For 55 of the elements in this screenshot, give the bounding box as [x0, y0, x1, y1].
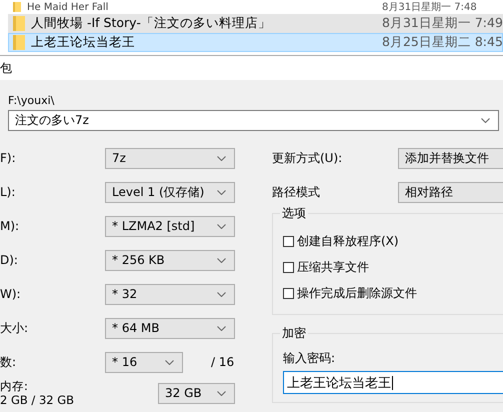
caret-icon	[217, 156, 226, 160]
field-label: 输入密码:	[283, 350, 336, 367]
file-date: 8月31日星期一 7:48	[382, 0, 478, 14]
checkbox[interactable]	[283, 236, 294, 246]
checkbox-label: 操作完成后删除源文件	[297, 284, 417, 302]
field-label: 数:	[0, 354, 18, 370]
caret-icon	[165, 360, 174, 364]
dropdown[interactable]: 相对路径	[398, 182, 503, 202]
checkbox[interactable]	[283, 288, 294, 298]
field-label: F):	[0, 151, 17, 165]
field-label: D):	[0, 253, 19, 267]
file-row[interactable]: He Maid Her Fall 8月31日星期一 7:48	[8, 0, 503, 14]
dropdown[interactable]: * 256 KB	[105, 250, 235, 270]
caret-icon	[481, 118, 490, 123]
caret-icon	[217, 224, 226, 228]
group-title: 选项	[280, 205, 308, 222]
field-label: 内存:	[0, 379, 29, 393]
caret-icon	[217, 190, 226, 194]
dropdown[interactable]: 添加并替换文件	[398, 148, 503, 168]
dropdown[interactable]: * 32	[105, 284, 235, 304]
field-label: L):	[0, 185, 16, 199]
thread-max: / 16	[211, 355, 234, 369]
checkbox-label: 压缩共享文件	[297, 258, 369, 276]
caret-icon	[217, 258, 226, 262]
field-label: 更新方式(U):	[272, 150, 344, 166]
folder-icon	[13, 16, 25, 31]
password-field[interactable]: 上老王论坛当老王	[283, 371, 503, 394]
checkbox[interactable]	[283, 262, 294, 272]
file-name: 上老王论坛当老王	[31, 34, 136, 51]
dropdown[interactable]: * 64 MB	[105, 318, 235, 338]
file-row[interactable]: 人間牧場 -If Story-「注文の多い料理店」 8月31日星期一 7:49	[8, 14, 503, 33]
field-label: 大小:	[0, 320, 30, 336]
dialog-title: 包	[0, 60, 12, 76]
caret-icon	[217, 292, 226, 296]
dropdown[interactable]: * LZMA2 [std]	[105, 216, 235, 236]
field-label: M):	[0, 219, 20, 233]
file-date: 8月31日星期一 7:49	[382, 15, 502, 32]
field-label: W):	[0, 287, 22, 301]
field-label: 2 GB / 32 GB	[0, 393, 76, 407]
dropdown[interactable]: 注文の多い7z	[8, 110, 499, 131]
dropdown[interactable]: Level 1 (仅存储)	[105, 182, 235, 202]
folder-icon	[13, 35, 25, 50]
field-label: 路径模式	[272, 184, 321, 200]
caret-icon	[217, 326, 226, 330]
file-name: 人間牧場 -If Story-「注文の多い料理店」	[31, 15, 272, 32]
path-label: F:\youxi\	[8, 94, 56, 107]
caret-icon	[217, 390, 226, 396]
checkbox-label: 创建自释放程序(X)	[297, 232, 399, 250]
dropdown[interactable]: * 16	[105, 352, 183, 372]
file-name: He Maid Her Fall	[27, 2, 110, 12]
file-row[interactable]: 上老王论坛当老王 8月25日星期二 8:45	[8, 33, 503, 52]
dropdown[interactable]: 32 GB	[158, 382, 235, 404]
dropdown[interactable]: 7z	[105, 148, 235, 168]
file-date: 8月25日星期二 8:45	[382, 34, 502, 51]
folder-icon	[13, 2, 21, 12]
